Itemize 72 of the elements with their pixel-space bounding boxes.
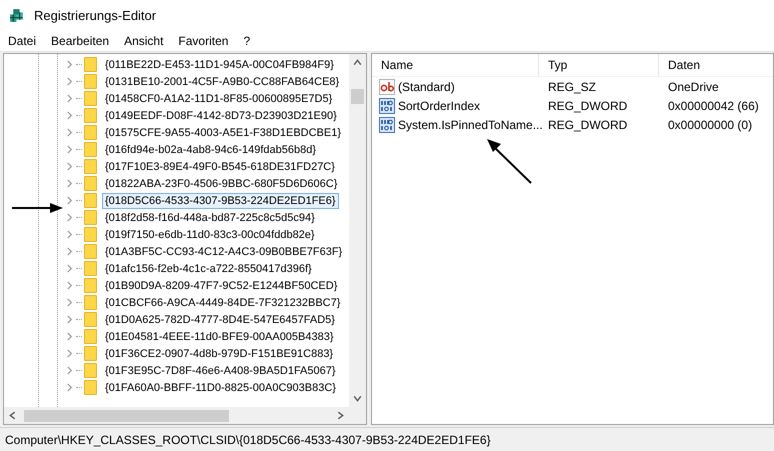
folder-icon [84,363,97,378]
folder-icon [84,346,97,361]
tree-item[interactable]: {017F10E3-89E4-49F0-B545-618DE31FD27C} [102,158,338,174]
tree-item[interactable]: {01afc156-f2eb-4c1c-a722-8550417d396f} [102,260,315,276]
menu-item[interactable]: Ansicht [116,34,170,48]
menu-item[interactable]: Favoriten [170,34,236,48]
tree-item[interactable]: {01D0A625-782D-4777-8D4E-547E6457FAD5} [102,312,338,328]
column-header[interactable]: Daten [659,54,773,76]
tree-item[interactable]: {0131BE10-2001-4C5F-A9B0-CC88FAB64CE8} [102,74,342,90]
value-type: REG_DWORD [547,98,628,112]
folder-icon [84,380,97,395]
scroll-right-icon[interactable] [335,410,346,421]
tree-item[interactable]: {01575CFE-9A55-4003-A5E1-F38D1EBDCBE1} [102,124,344,140]
tree-item[interactable]: {01F3E95C-7D8F-46e6-A408-9BA5D1FA5067} [102,362,339,378]
value-type: REG_SZ [547,80,598,94]
tree-item[interactable]: {016fd94e-b02a-4ab8-94c6-149fdab56b8d} [102,142,320,158]
folder-icon [84,193,97,208]
scroll-thumb[interactable] [351,89,364,104]
tree-item[interactable]: {01822ABA-23F0-4506-9BBC-680F5D6D606C} [102,176,340,192]
folder-icon [84,176,97,191]
scroll-up-icon[interactable] [352,57,363,68]
folder-icon [84,244,97,259]
tree-item[interactable]: {01A3BF5C-CC93-4C12-A4C3-09B0BBE7F63F} [102,244,346,260]
tree-item[interactable]: {018f2d58-f16d-448a-bd87-225c8c5d5c94} [102,210,318,226]
scroll-down-icon[interactable] [352,393,363,404]
arrow-drawing [12,202,64,214]
value-name[interactable]: System.IsPinnedToName... [398,118,543,132]
value-name[interactable]: SortOrderIndex [398,98,480,112]
folder-icon [84,57,97,72]
folder-icon [84,74,97,89]
binary-value-icon [379,116,395,132]
tree-item[interactable]: {0149EEDF-D08F-4142-8D73-D23903D21E90} [102,108,340,124]
cubes-icon [9,6,26,24]
arrow-drawing [486,138,532,184]
folder-icon [84,108,97,123]
tree-item[interactable]: {01CBCF66-A9CA-4449-84DE-7F321232BBC7} [102,294,344,310]
scroll-left-icon[interactable] [7,410,18,421]
folder-icon [84,227,97,242]
window-title: Registrierungs-Editor [34,8,156,22]
tree-item[interactable]: {01FA60A0-BBFF-11D0-8825-00A0C903B83C} [102,380,339,396]
tree-item[interactable]: {011BE22D-E453-11D1-945A-00C04FB984F9} [102,56,337,72]
menu-item[interactable]: Datei [0,34,44,48]
binary-value-icon [379,98,395,114]
folder-icon [84,278,97,293]
tree-item[interactable]: {01F36CE2-0907-4d8b-979D-F151BE91C883} [102,346,336,362]
folder-icon [84,159,97,174]
vertical-scrollbar[interactable] [349,54,366,407]
tree-item[interactable]: {018D5C66-4533-4307-9B53-224DE2ED1FE6} [102,192,339,208]
tree-item[interactable]: {01458CF0-A1A2-11D1-8F85-00600895E7D5} [102,90,336,106]
folder-icon [84,210,97,225]
menu-item[interactable]: ? [235,34,258,48]
value-data: OneDrive [667,80,720,94]
folder-icon [84,91,97,106]
value-data: 0x00000042 (66) [667,98,760,112]
string-value-icon [379,78,395,94]
status-path: Computer\HKEY_CLASSES_ROOT\CLSID\{018D5C66-4533-4307-9B53-224DE2ED1FE6} [5,432,491,446]
tree-item[interactable]: {01E04581-4EEE-11d0-BFE9-00AA005B4383} [102,328,337,344]
tree-item[interactable]: {01B90D9A-8209-47F7-9C52-E1244BF50CED} [102,278,340,294]
column-header[interactable]: Typ [539,54,659,76]
folder-icon [84,125,97,140]
folder-icon [84,261,97,276]
scroll-thumb[interactable] [24,410,229,422]
horizontal-scrollbar[interactable] [4,407,366,424]
menu-item[interactable]: Bearbeiten [43,34,116,48]
column-header[interactable]: Name [372,54,539,76]
folder-icon [84,329,97,344]
folder-icon [84,295,97,310]
folder-icon [84,142,97,157]
folder-icon [84,312,97,327]
tree-item[interactable]: {019f7150-e6db-11d0-83c3-00c04fddb82e} [102,226,318,242]
value-name[interactable]: (Standard) [398,80,455,94]
value-data: 0x00000000 (0) [667,118,754,132]
